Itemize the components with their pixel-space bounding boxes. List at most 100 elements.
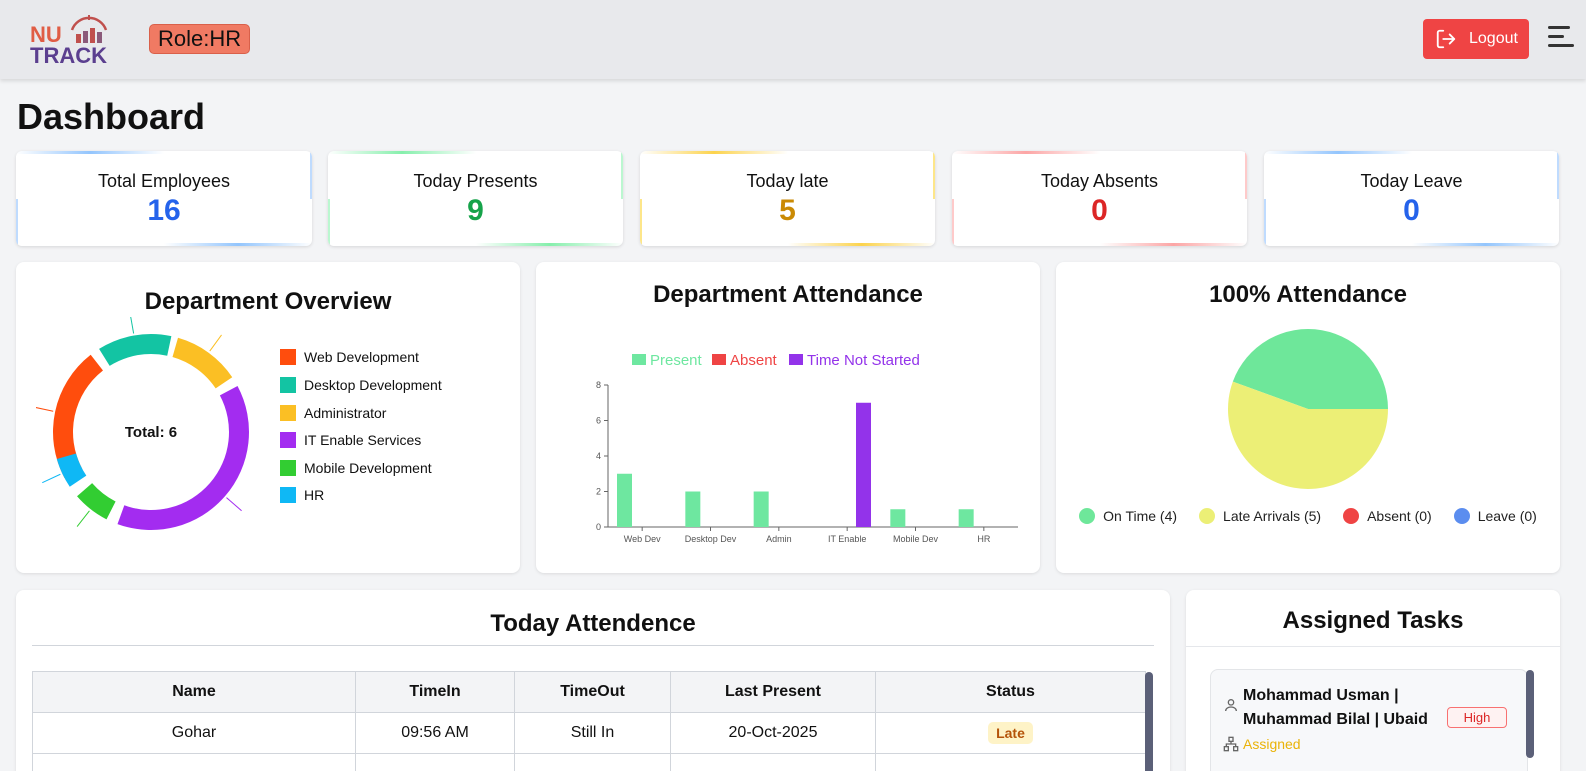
- pie-legend-leave[interactable]: Leave (0): [1453, 508, 1537, 524]
- donut-leader-line: [130, 317, 135, 334]
- legend-swatch: [712, 354, 726, 365]
- divider: [32, 645, 1154, 646]
- legend-label: Late Arrivals (5): [1223, 508, 1322, 524]
- table-scrollbar[interactable]: [1145, 672, 1153, 771]
- y-tick-label: 0: [596, 522, 601, 532]
- bar-present[interactable]: [753, 491, 769, 528]
- divider: [1186, 646, 1560, 647]
- nu-track-logo[interactable]: NU TRACK: [28, 12, 118, 68]
- legend-label: Administrator: [304, 405, 387, 421]
- department-overview-panel: Department Overview Total: 6 Web Develop…: [16, 262, 520, 573]
- pie-legend-late-arrivals[interactable]: Late Arrivals (5): [1199, 508, 1321, 524]
- legend-label: Leave (0): [1477, 508, 1537, 524]
- y-tick-label: 6: [596, 416, 601, 426]
- legend-label: Web Development: [304, 349, 419, 365]
- stat-value: 5: [779, 194, 796, 227]
- donut-slice[interactable]: [77, 483, 116, 520]
- table-header-row: Name TimeIn TimeOut Last Present Status: [32, 671, 1146, 713]
- legend-item-it-enable-services[interactable]: IT Enable Services: [280, 432, 421, 448]
- bar-present[interactable]: [958, 509, 974, 527]
- legend-item-hr[interactable]: HR: [280, 487, 324, 503]
- x-tick-label: IT Enable: [828, 534, 866, 544]
- bar-time-not-started[interactable]: [856, 402, 871, 527]
- column-header-status[interactable]: Status: [875, 671, 1146, 713]
- column-header-last-present[interactable]: Last Present: [670, 671, 876, 713]
- x-tick-label: Web Dev: [624, 534, 661, 544]
- hamburger-menu-icon[interactable]: [1548, 26, 1574, 52]
- donut-leader-line: [209, 334, 222, 352]
- x-tick-label: Mobile Dev: [893, 534, 939, 544]
- stat-label: Today Presents: [413, 171, 538, 191]
- legend-label: IT Enable Services: [304, 432, 422, 448]
- bar-present[interactable]: [617, 473, 632, 527]
- donut-leader-line: [226, 497, 242, 512]
- pie-legend: On Time (4) Late Arrivals (5) Absent (0)…: [1056, 508, 1560, 524]
- stat-label: Today late: [746, 171, 829, 191]
- column-header-name[interactable]: Name: [32, 671, 356, 713]
- attendance-table: Name TimeIn TimeOut Last Present Status …: [32, 671, 1146, 771]
- legend-item-administrator[interactable]: Administrator: [280, 405, 386, 421]
- donut-slice[interactable]: [99, 334, 172, 366]
- y-tick-label: 2: [596, 487, 601, 497]
- app-header: NU TRACK Role:HR Logout: [0, 0, 1586, 79]
- panel-title: Today Attendence: [490, 610, 696, 637]
- legend-swatch: [632, 354, 646, 365]
- table-row[interactable]: Gohar 09:56 AM Still In 20-Oct-2025 Late: [32, 712, 1146, 754]
- donut-slice[interactable]: [172, 337, 233, 389]
- table-row[interactable]: [32, 753, 1146, 771]
- legend-label: Absent (0): [1367, 508, 1432, 524]
- svg-text:TRACK: TRACK: [30, 43, 107, 68]
- donut-slice[interactable]: [56, 453, 87, 487]
- x-tick-label: HR: [977, 534, 990, 544]
- donut-leader-line: [36, 407, 54, 412]
- bar-present[interactable]: [890, 509, 906, 527]
- stat-card-total-employees: Total Employees 16: [16, 151, 312, 246]
- legend-label[interactable]: Time Not Started: [807, 352, 920, 369]
- bar-present[interactable]: [685, 491, 701, 528]
- task-assignees: Mohammad Usman | Muhammad Bilal | Ubaid: [1243, 687, 1428, 728]
- stat-value: 16: [147, 194, 181, 227]
- logout-button[interactable]: Logout: [1423, 19, 1529, 59]
- legend-swatch: [789, 354, 803, 365]
- legend-label[interactable]: Absent: [730, 352, 778, 369]
- attendance-pie-chart: [1228, 329, 1388, 489]
- donut-leader-line: [42, 473, 61, 484]
- stat-value: 9: [467, 194, 484, 227]
- cell-last-present: 20-Oct-2025: [670, 712, 876, 754]
- attendance-pie-panel: 100% Attendance On Time (4) Late Arrival…: [1056, 262, 1560, 573]
- task-card[interactable]: Mohammad Usman | Muhammad Bilal | Ubaid …: [1210, 669, 1528, 771]
- task-status: Assigned: [1243, 736, 1301, 752]
- legend-item-web-development[interactable]: Web Development: [280, 349, 419, 365]
- legend-label[interactable]: Present: [650, 352, 703, 369]
- role-badge: Role:HR: [149, 24, 251, 54]
- cell-time-in: 09:56 AM: [355, 712, 515, 754]
- column-header-timein[interactable]: TimeIn: [355, 671, 515, 713]
- stat-card-today-leave: Today Leave 0: [1264, 151, 1559, 246]
- y-tick-label: 4: [596, 451, 601, 461]
- cell-time-out: Still In: [514, 712, 671, 754]
- pie-legend-absent[interactable]: Absent (0): [1343, 508, 1432, 524]
- stat-card-today-presents: Today Presents 9: [328, 151, 623, 246]
- status-badge: Late: [988, 722, 1033, 744]
- stat-label: Today Absents: [1040, 171, 1159, 191]
- y-tick-label: 8: [596, 380, 601, 390]
- donut-leader-line: [76, 510, 90, 527]
- cell-status: Late: [875, 712, 1146, 754]
- legend-item-mobile-development[interactable]: Mobile Development: [280, 460, 432, 476]
- logout-icon: [1436, 29, 1456, 49]
- column-header-timeout[interactable]: TimeOut: [514, 671, 671, 713]
- stat-label: Today Leave: [1360, 171, 1463, 191]
- stat-value: 0: [1403, 194, 1420, 227]
- department-attendance-bar-chart: Present Absent Time Not Started 0 2 4 6 8 Web De…: [596, 352, 1018, 544]
- x-tick-label: Desktop Dev: [685, 534, 737, 544]
- tasks-scrollbar[interactable]: [1526, 670, 1534, 758]
- department-attendance-panel: Department Attendance Present Absent Time …: [536, 262, 1040, 573]
- legend-item-desktop-development[interactable]: Desktop Development: [280, 377, 442, 393]
- department-donut-chart: Total: 6: [36, 317, 249, 530]
- panel-title: 100% Attendance: [1209, 281, 1407, 308]
- logout-label: Logout: [1469, 30, 1518, 47]
- legend-label: Mobile Development: [304, 460, 432, 476]
- pie-legend-on-time[interactable]: On Time (4): [1079, 508, 1177, 524]
- donut-slice[interactable]: [117, 385, 249, 530]
- stat-card-today-late: Today late 5: [640, 151, 935, 246]
